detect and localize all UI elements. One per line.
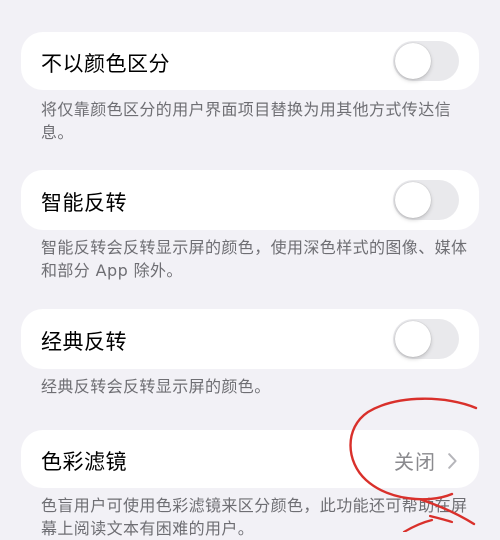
smart-invert-toggle[interactable] [393, 180, 459, 220]
differentiate-without-color-label: 不以颜色区分 [41, 52, 170, 76]
differentiate-without-color-footer: 将仅靠颜色区分的用户界面项目替换为用其他方式传达信息。 [41, 100, 452, 142]
cell-differentiate-without-color: 不以颜色区分 [21, 32, 479, 90]
color-filters-value: 关闭 [394, 446, 457, 475]
toggle-knob [395, 43, 431, 79]
cell-smart-invert: 智能反转 [21, 170, 479, 230]
color-filters-value-text: 关闭 [394, 450, 436, 474]
classic-invert-toggle[interactable] [393, 319, 459, 359]
cell-color-filters[interactable]: 色彩滤镜 关闭 [21, 430, 479, 488]
toggle-knob [395, 182, 431, 218]
smart-invert-label: 智能反转 [41, 191, 127, 215]
classic-invert-footer: 经典反转会反转显示屏的颜色。 [41, 377, 271, 396]
chevron-right-icon [448, 452, 457, 469]
classic-invert-label: 经典反转 [41, 330, 127, 354]
differentiate-without-color-toggle[interactable] [393, 41, 459, 81]
color-filters-label: 色彩滤镜 [41, 450, 127, 474]
toggle-knob [395, 321, 431, 357]
color-filters-footer: 色盲用户可使用色彩滤镜来区分颜色，此功能还可帮助在屏幕上阅读文本有困难的用户。 [41, 496, 468, 538]
smart-invert-footer: 智能反转会反转显示屏的颜色，使用深色样式的图像、媒体和部分 App 除外。 [41, 238, 468, 280]
cell-classic-invert: 经典反转 [21, 309, 479, 369]
